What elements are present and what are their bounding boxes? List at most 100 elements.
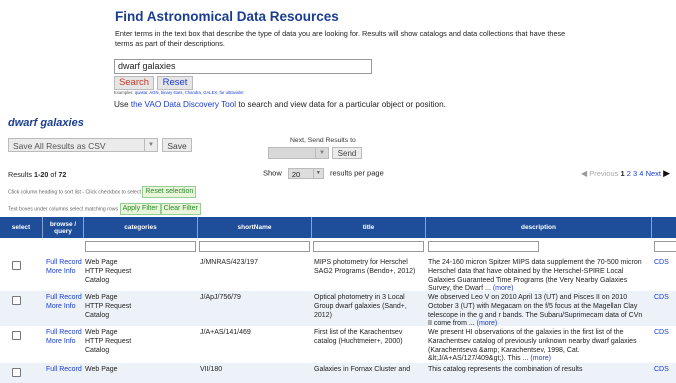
- chevron-down-icon: ▼: [144, 139, 157, 151]
- table-row: Full Record More Info Web Page HTTP Request…: [0, 291, 676, 328]
- categories-cell: Web Page HTTP Request Catalog: [85, 294, 195, 320]
- description-text: The 24-160 micron Spitzer MIPS data supp…: [428, 259, 642, 293]
- next-arrow-icon[interactable]: ▶: [663, 168, 670, 178]
- send-button[interactable]: Send: [332, 147, 362, 159]
- table-row: Full Record Web Page VII/180 Galaxies in Fo…: [0, 363, 676, 383]
- more-link[interactable]: (more): [530, 355, 551, 362]
- search-button[interactable]: Search: [114, 76, 154, 90]
- category-item: Catalog: [85, 346, 110, 354]
- description-cell: The 24-160 micron Spitzer MIPS data supp…: [428, 259, 648, 294]
- row-select-checkbox[interactable]: [12, 368, 21, 377]
- examples-line: Examples: quasar, AGN, binary stars, Cha…: [114, 90, 244, 95]
- filter-row: [0, 238, 676, 256]
- reset-button[interactable]: Reset: [157, 76, 193, 90]
- apply-filter-button[interactable]: Apply Filter: [119, 203, 161, 215]
- example-link[interactable]: far ultraviolet: [220, 90, 244, 95]
- description-text: We observed Leo V on 2010 April 13 (UT) …: [428, 294, 643, 328]
- pagination: ◀ Previous 1 2 3 4 Next ▶: [581, 168, 670, 179]
- example-link[interactable]: AGN: [149, 90, 158, 95]
- previous-arrow-icon: ◀: [580, 169, 588, 178]
- page-link[interactable]: 3: [633, 169, 637, 178]
- per-page-select[interactable]: 20 ▼: [287, 168, 324, 179]
- chevron-down-icon: ▼: [312, 169, 323, 178]
- page-link[interactable]: 4: [639, 169, 643, 178]
- query-heading: dwarf galaxies: [8, 117, 84, 129]
- reset-selection-button[interactable]: Reset selection: [142, 186, 197, 198]
- send-target-select[interactable]: ▼: [268, 147, 329, 159]
- browse-cell: Full Record: [46, 366, 84, 375]
- example-link[interactable]: binary stars: [161, 90, 183, 95]
- title-cell: Galaxies in Fornax Cluster and: [314, 366, 411, 373]
- results-prefix: Results: [8, 170, 34, 179]
- shortname-cell: J/A+AS/141/469: [200, 329, 251, 336]
- page-link[interactable]: 1: [621, 169, 625, 178]
- vao-link[interactable]: the VAO Data Discovery Tool: [131, 100, 236, 109]
- page-title: Find Astronomical Data Resources: [115, 9, 339, 24]
- category-item: Catalog: [85, 311, 110, 319]
- vao-prefix: Use: [114, 100, 131, 109]
- col-title[interactable]: title: [312, 217, 425, 238]
- example-link[interactable]: Chandra: [185, 90, 201, 95]
- more-info-link[interactable]: More Info: [46, 338, 84, 347]
- search-input[interactable]: dwarf galaxies: [114, 59, 372, 74]
- publisher-link[interactable]: CDS: [654, 259, 676, 268]
- col-description[interactable]: description: [426, 217, 651, 238]
- page-link[interactable]: 2: [627, 169, 631, 178]
- col-browse-query[interactable]: browse / query: [43, 217, 83, 238]
- results-of: of: [48, 170, 59, 179]
- filter-shortname-input[interactable]: [199, 241, 310, 252]
- browse-cell: Full Record More Info: [46, 294, 84, 312]
- col-categories[interactable]: categories: [84, 217, 197, 238]
- show-label: Show: [263, 168, 282, 178]
- categories-cell: Web Page: [85, 366, 195, 375]
- filter-hint-text: Text boxes under columns select matching…: [8, 206, 119, 213]
- filter-publisher-input[interactable]: [654, 241, 676, 252]
- publisher-link[interactable]: CDS: [654, 294, 676, 303]
- col-publisher[interactable]: [652, 217, 676, 238]
- filter-description-input[interactable]: [428, 241, 539, 252]
- table-row: Full Record More Info Web Page HTTP Request…: [0, 326, 676, 363]
- next-link[interactable]: Next: [646, 169, 661, 178]
- category-item: Web Page: [85, 329, 118, 336]
- send-label: Next, Send Results to: [290, 137, 356, 144]
- publisher-link[interactable]: CDS: [654, 329, 676, 338]
- full-record-link[interactable]: Full Record: [46, 366, 84, 375]
- category-item: HTTP Request: [85, 302, 132, 310]
- save-button[interactable]: Save: [162, 138, 192, 152]
- save-format-value: Save All Results as CSV: [13, 141, 106, 151]
- full-record-link[interactable]: Full Record: [46, 259, 84, 268]
- example-link[interactable]: GALEX: [203, 90, 217, 95]
- filter-hint: Text boxes under columns select matching…: [8, 203, 201, 215]
- previous-link: Previous: [589, 169, 619, 178]
- shortname-cell: J/MNRAS/423/197: [200, 259, 258, 266]
- more-info-link[interactable]: More Info: [46, 303, 84, 312]
- categories-cell: Web Page HTTP Request Catalog: [85, 329, 195, 355]
- category-item: Web Page: [85, 366, 118, 373]
- per-page-control: Show 20 ▼ results per page: [263, 168, 384, 179]
- more-info-link[interactable]: More Info: [46, 268, 84, 277]
- publisher-link[interactable]: CDS: [654, 366, 676, 375]
- examples-label: Examples:: [114, 90, 134, 95]
- shortname-cell: VII/180: [200, 366, 223, 373]
- full-record-link[interactable]: Full Record: [46, 329, 84, 338]
- full-record-link[interactable]: Full Record: [46, 294, 84, 303]
- categories-cell: Web Page HTTP Request Catalog: [85, 259, 195, 285]
- filter-categories-input[interactable]: [85, 241, 196, 252]
- filter-title-input[interactable]: [313, 241, 424, 252]
- results-total: 72: [58, 170, 67, 179]
- browse-cell: Full Record More Info: [46, 329, 84, 347]
- save-format-select[interactable]: Save All Results as CSV ▼: [8, 138, 158, 152]
- row-select-checkbox[interactable]: [12, 296, 21, 305]
- example-link[interactable]: quasar: [135, 90, 148, 95]
- col-select[interactable]: select: [0, 217, 42, 238]
- row-select-checkbox[interactable]: [12, 261, 21, 270]
- table-row: Full Record More Info Web Page HTTP Request…: [0, 256, 676, 294]
- description-text: This catalog represents the combination …: [428, 366, 583, 373]
- row-select-checkbox[interactable]: [12, 331, 21, 340]
- vao-line: Use the VAO Data Discovery Tool to searc…: [114, 100, 446, 109]
- clear-filter-button[interactable]: Clear Filter: [160, 203, 201, 215]
- search-instructions: Enter terms in the text box that describ…: [115, 29, 566, 48]
- col-shortname[interactable]: shortName: [198, 217, 311, 238]
- chevron-down-icon: ▼: [315, 148, 328, 158]
- table-header: select browse / query categories shortNa…: [0, 217, 676, 238]
